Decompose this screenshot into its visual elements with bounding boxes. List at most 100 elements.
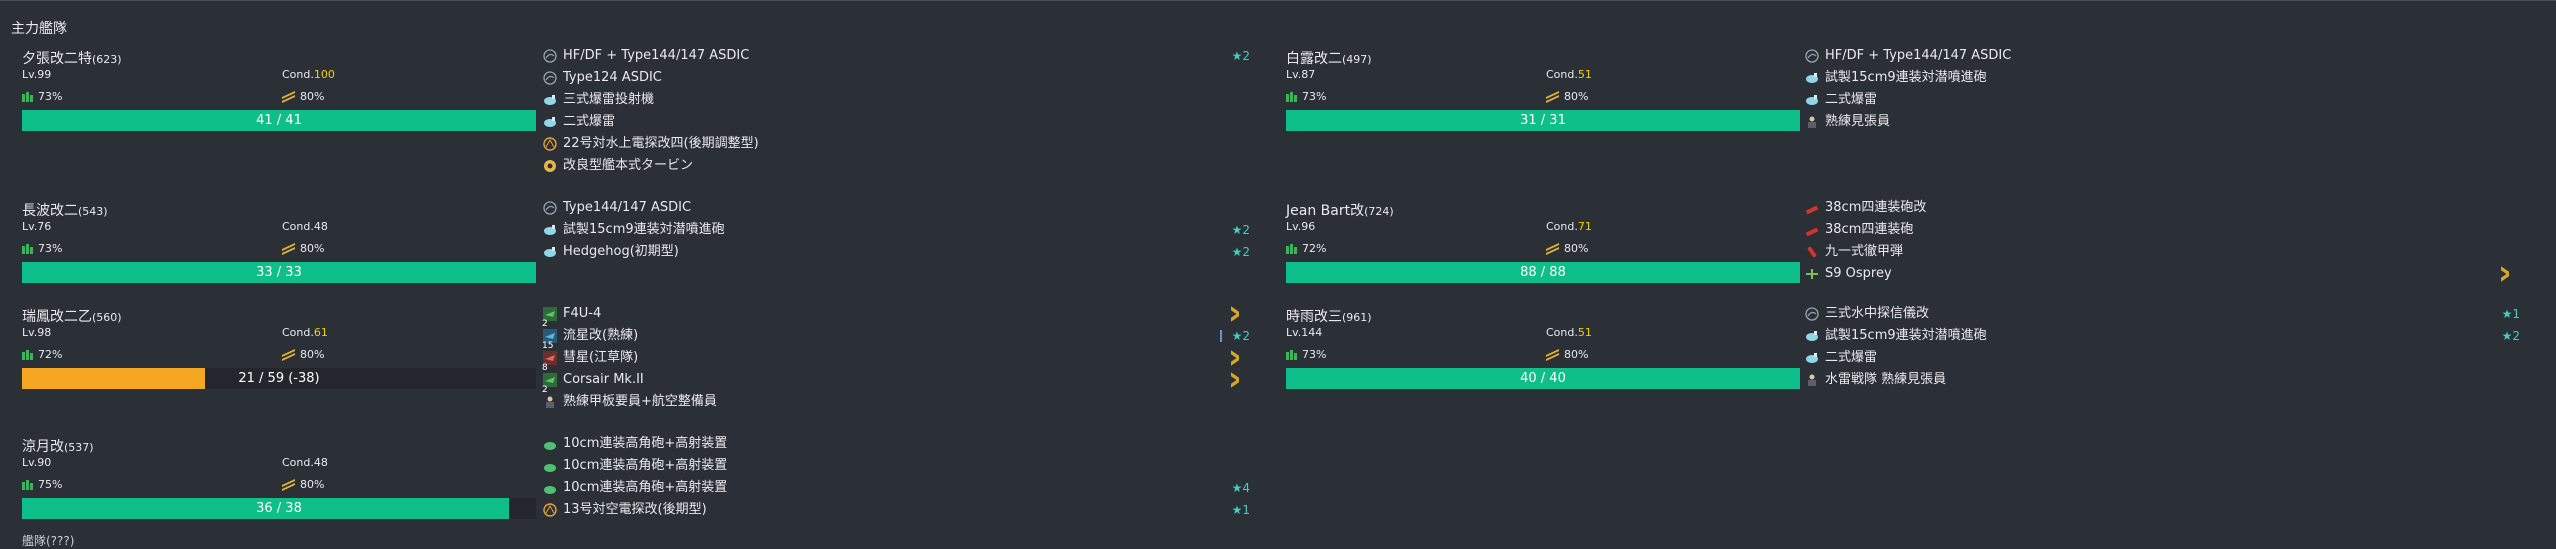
equipment-slot[interactable]: 三式爆雷投射機 <box>543 90 1260 110</box>
equipment-name: Type144/147 ASDIC <box>563 200 692 215</box>
equipment-slot[interactable]: 水雷戦隊 熟練見張員 <box>1805 370 2530 390</box>
improvement-level: ★2 <box>1231 223 1250 237</box>
equipment-slot[interactable]: 熟練見張員 <box>1805 112 2530 132</box>
equipment-slot[interactable]: HF/DF + Type144/147 ASDIC <box>1805 46 2530 66</box>
ship-name[interactable]: Jean Bart改(724) <box>1286 200 1394 220</box>
ammo-status: 80% <box>282 90 324 104</box>
ammo-value: 80% <box>1564 90 1589 103</box>
fuel-status: 73% <box>1286 90 1326 103</box>
equipment-name: 10cm連装高角砲+高射装置 <box>563 436 728 451</box>
condition-value: 48 <box>313 456 328 469</box>
equipment-slot[interactable]: 2 Corsair Mk.II <box>542 370 1260 395</box>
equipment-slot[interactable]: Type124 ASDIC <box>543 68 1260 88</box>
ammo-icon <box>282 242 296 256</box>
equipment-slot[interactable]: 10cm連装高角砲+高射装置 ★4 <box>543 478 1260 498</box>
ship-card: 白露改二(497) Lv.87 Cond.51 73% 80% 31 / 31 <box>1276 48 1801 148</box>
fuel-value: 73% <box>1302 348 1327 361</box>
ship-condition: Cond.48 <box>282 456 328 469</box>
equipment-slot[interactable]: 2 F4U-4 <box>542 304 1260 329</box>
ship-name[interactable]: 涼月改(537) <box>22 436 94 456</box>
depth-charge-icon <box>1805 329 1819 343</box>
equipment-slot[interactable]: 10cm連装高角砲+高射装置 <box>543 456 1260 476</box>
ammo-value: 80% <box>300 348 325 361</box>
equipment-slot[interactable]: 試製15cm9連装対潜噴進砲 ★2 <box>1805 326 2530 346</box>
aa-gun-icon <box>543 459 557 473</box>
equipment-slot[interactable]: Type144/147 ASDIC <box>543 198 1260 218</box>
equipment-name: 10cm連装高角砲+高射装置 <box>563 458 728 473</box>
fuel-status: 73% <box>1286 348 1326 361</box>
equipment-slot[interactable]: Hedgehog(初期型) ★2 <box>543 242 1260 262</box>
proficiency-chevron-icon <box>1230 351 1240 365</box>
equipment-slot[interactable]: 13号対空電探改(後期型) ★1 <box>543 500 1260 520</box>
ammo-status: 80% <box>1546 348 1588 362</box>
equipment-name: HF/DF + Type144/147 ASDIC <box>1825 48 2012 63</box>
equipment-slot[interactable]: 10cm連装高角砲+高射装置 <box>543 434 1260 454</box>
equipment-slot[interactable]: 試製15cm9連装対潜噴進砲 <box>1805 68 2530 88</box>
hp-bar: 21 / 59 (-38) <box>22 368 536 389</box>
ship-name[interactable]: 時雨改三(961) <box>1286 306 1372 326</box>
equipment-slot[interactable]: 38cm四連装砲 <box>1805 220 2530 240</box>
ammo-status: 80% <box>282 478 324 492</box>
ammo-icon <box>282 348 296 362</box>
sonar-icon <box>543 49 557 63</box>
ship-level: Lv.96 <box>1286 220 1316 233</box>
fuel-icon <box>1286 91 1298 102</box>
equipment-name: 10cm連装高角砲+高射装置 <box>563 480 728 495</box>
equipment-name: Corsair Mk.II <box>563 372 644 387</box>
ship-name[interactable]: 瑞鳳改二乙(560) <box>22 306 122 326</box>
condition-value: 51 <box>1577 68 1592 81</box>
sonar-icon <box>543 71 557 85</box>
sonar-icon <box>1805 49 1819 63</box>
equipment-slot[interactable]: 8 彗星(江草隊) <box>542 348 1260 373</box>
equipment-slot[interactable]: HF/DF + Type144/147 ASDIC ★2 <box>543 46 1260 66</box>
ammo-status: 80% <box>282 348 325 362</box>
equipment-name: 改良型艦本式タービン <box>563 158 694 173</box>
equipment-slot[interactable]: 22号対水上電探改四(後期調整型) <box>543 134 1260 154</box>
ammo-value: 80% <box>1564 242 1589 255</box>
improvement-level: ★2 <box>1231 245 1250 259</box>
equipment-slot[interactable]: 15 流星改(熟練) ★2 <box>542 326 1260 351</box>
equipment-slot[interactable]: 二式爆雷 <box>543 112 1260 132</box>
depth-charge-icon <box>1805 93 1819 107</box>
equipment-name: 流星改(熟練) <box>563 328 639 343</box>
equipment-slot[interactable]: 三式水中探信儀改 ★1 <box>1805 304 2530 324</box>
ship-condition: Cond.71 <box>1546 220 1592 233</box>
proficiency-chevron-icon <box>2500 267 2510 281</box>
hp-text: 88 / 88 <box>1520 265 1566 280</box>
fuel-value: 73% <box>1302 90 1327 103</box>
equipment-slot[interactable]: 38cm四連装砲改 <box>1805 198 2530 218</box>
equipment-name: 二式爆雷 <box>1825 92 1878 107</box>
equipment-slot[interactable]: S9 Osprey <box>1805 264 2530 284</box>
ship-name[interactable]: 夕張改二特(623) <box>22 48 122 68</box>
ship-card: 時雨改三(961) Lv.144 Cond.51 73% 80% 40 / 40 <box>1276 306 1801 406</box>
next-fleet-title: 艦隊(???) <box>22 534 75 548</box>
equipment-name: S9 Osprey <box>1825 266 1892 281</box>
fuel-status: 72% <box>22 348 62 361</box>
turbine-icon <box>543 159 557 173</box>
ship-name[interactable]: 白露改二(497) <box>1286 48 1372 68</box>
fighter-icon: 2 <box>542 307 557 329</box>
equipment-slot[interactable]: 二式爆雷 <box>1805 90 2530 110</box>
sonar-icon <box>1805 307 1819 321</box>
ship-card: 夕張改二特(623) Lv.99 Cond.100 73% 80% 41 / 4… <box>12 48 537 148</box>
equipment-name: 二式爆雷 <box>563 114 616 129</box>
ammo-status: 80% <box>282 242 324 256</box>
ship-id: (560) <box>92 311 122 324</box>
fighter-icon: 2 <box>542 373 557 395</box>
equipment-name: 彗星(江草隊) <box>563 350 639 365</box>
equipment-slot[interactable]: 試製15cm9連装対潜噴進砲 ★2 <box>543 220 1260 240</box>
ship-card: 瑞鳳改二乙(560) Lv.98 Cond.61 72% 80% 21 / 59… <box>12 306 537 406</box>
equipment-name: 三式水中探信儀改 <box>1825 306 1930 321</box>
equipment-name: 熟練見張員 <box>1825 114 1891 129</box>
improvement-level: ★2 <box>2501 329 2520 343</box>
ship-condition: Cond.51 <box>1546 68 1592 81</box>
equipment-slot[interactable]: 熟練甲板要員+航空整備員 <box>543 392 1260 412</box>
equipment-slot[interactable]: 九一式徹甲弾 <box>1805 242 2530 262</box>
equipment-name: 水雷戦隊 熟練見張員 <box>1825 372 1947 387</box>
equipment-name: 試製15cm9連装対潜噴進砲 <box>1825 328 1987 343</box>
equipment-slot[interactable]: 二式爆雷 <box>1805 348 2530 368</box>
ship-name[interactable]: 長波改二(543) <box>22 200 108 220</box>
equipment-slot[interactable]: 改良型艦本式タービン <box>543 156 1260 176</box>
ship-id: (543) <box>78 205 108 218</box>
lookout-icon <box>543 395 557 409</box>
